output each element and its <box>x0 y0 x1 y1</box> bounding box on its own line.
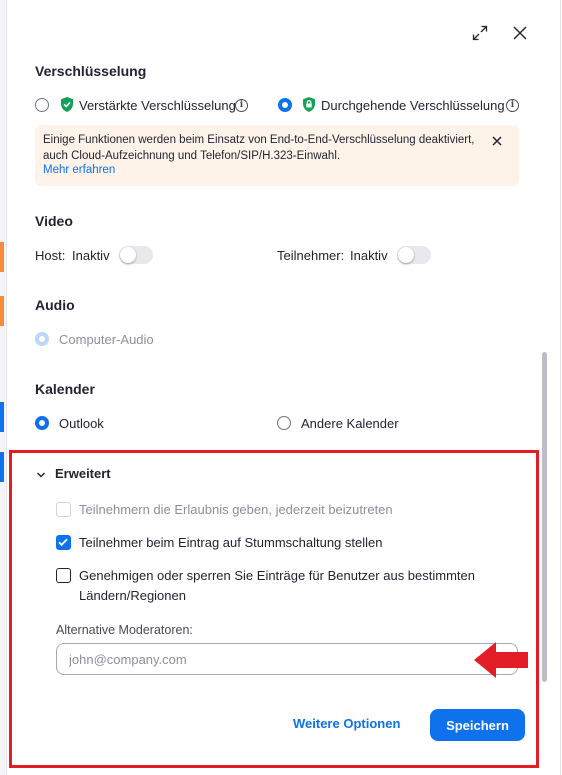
learn-more-link[interactable]: Mehr erfahren <box>43 164 115 176</box>
expand-icon[interactable] <box>468 21 492 45</box>
host-video-state: Inaktiv <box>72 248 110 263</box>
background-app-marker <box>0 402 4 432</box>
pointer-arrow-icon <box>474 642 528 678</box>
info-icon[interactable]: i <box>506 99 519 112</box>
host-video-label: Host: <box>35 248 66 263</box>
participant-video-state: Inaktiv <box>350 248 388 263</box>
background-app-marker <box>0 242 4 272</box>
highlight-box <box>9 450 539 768</box>
other-calendar-label: Andere Kalender <box>301 416 399 431</box>
e2e-encryption-radio[interactable] <box>278 98 292 112</box>
calendar-title: Kalender <box>35 381 95 397</box>
shield-lock-icon <box>301 96 317 116</box>
banner-text: Einige Funktionen werden beim Einsatz vo… <box>43 134 475 162</box>
e2e-encryption-label: Durchgehende Verschlüsselung <box>321 98 505 113</box>
dismiss-banner-icon[interactable] <box>487 131 507 151</box>
close-icon[interactable] <box>508 21 532 45</box>
computer-audio-radio <box>35 332 49 346</box>
video-title: Video <box>35 213 73 229</box>
background-app-marker <box>0 296 4 326</box>
encryption-title: Verschlüsselung <box>35 63 147 79</box>
participant-video-label: Teilnehmer: <box>277 248 345 263</box>
computer-audio-label: Computer-Audio <box>59 332 154 347</box>
audio-title: Audio <box>35 297 75 313</box>
background-app-marker <box>0 452 4 482</box>
toggle-knob <box>120 247 136 263</box>
outlook-label: Outlook <box>59 416 104 431</box>
toggle-knob <box>398 247 414 263</box>
shield-check-icon <box>59 96 75 116</box>
info-icon[interactable]: i <box>235 99 248 112</box>
host-video-toggle[interactable] <box>119 246 153 264</box>
other-calendar-radio[interactable] <box>277 416 291 430</box>
e2e-warning-banner: Einige Funktionen werden beim Einsatz vo… <box>35 125 519 186</box>
enhanced-encryption-radio[interactable] <box>35 98 49 112</box>
participant-video-toggle[interactable] <box>397 246 431 264</box>
enhanced-encryption-label: Verstärkte Verschlüsselung <box>79 98 236 113</box>
outlook-radio[interactable] <box>35 416 49 430</box>
scrollbar[interactable] <box>542 352 547 682</box>
